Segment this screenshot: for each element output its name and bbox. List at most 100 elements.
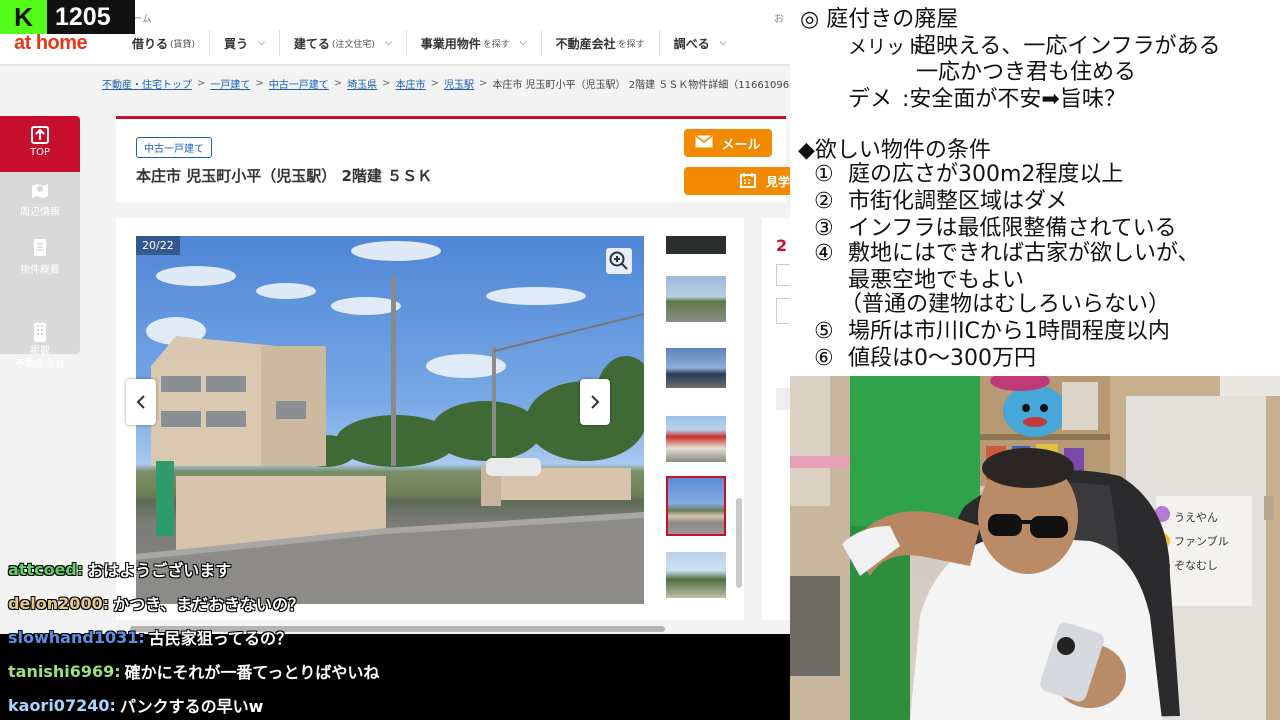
merit-line-1: 超映える、一応インフラがある bbox=[914, 34, 1221, 59]
condition-text: 庭の広さが300m2程度以上 bbox=[848, 162, 1124, 187]
chevron-down-icon: ⌵ bbox=[384, 38, 392, 48]
photo-thumbnail[interactable] bbox=[666, 348, 726, 388]
chevron-down-icon: ⌵ bbox=[719, 38, 727, 48]
chat-text: おはようございます bbox=[87, 561, 232, 580]
nav-item-label: 買う bbox=[224, 36, 249, 51]
notes-heading: ◎ 庭付きの廃屋 bbox=[800, 7, 959, 32]
sign-name-2: ファンブル bbox=[1174, 535, 1229, 548]
breadcrumb-link[interactable]: 中古一戸建て bbox=[269, 76, 329, 91]
sign-name-1: うえやん bbox=[1174, 511, 1218, 524]
condition-text: 場所は市川ICから1時間程度以内 bbox=[848, 319, 1170, 344]
merit-line-2: 一応かつき君も住める bbox=[916, 60, 1137, 85]
property-title-card: 中古一戸建て 本庄市 児玉町小平（児玉駅） 2階建 ５ＳＫ メール 見学 bbox=[116, 116, 790, 202]
sidenav-item-overview[interactable]: 物件概要 bbox=[0, 238, 80, 276]
chat-colon: : bbox=[102, 593, 110, 613]
chat-username: tanishi6969 bbox=[8, 661, 115, 681]
breadcrumb-separator: > bbox=[333, 78, 343, 89]
chat-username: delon2000 bbox=[8, 593, 103, 613]
nav-item-sub: (注文住宅) bbox=[331, 39, 375, 50]
nav-item[interactable]: 買う ⌵ bbox=[209, 30, 279, 56]
breadcrumb-separator: > bbox=[197, 78, 206, 89]
side-nav: TOP 周辺情報 物件概要 掲載 不動産会社 bbox=[0, 116, 80, 370]
chevron-down-icon: ⌵ bbox=[258, 38, 265, 48]
breadcrumb-link[interactable]: 本庄市 bbox=[396, 76, 426, 91]
chat-username: slowhand1031 bbox=[8, 627, 139, 647]
sign-name-3: ぞなむし bbox=[1174, 559, 1218, 572]
photo-counter: 20/22 bbox=[136, 236, 180, 255]
photo-thumbnail[interactable] bbox=[666, 236, 726, 254]
conditions-heading: ◆欲しい物件の条件 bbox=[798, 138, 991, 163]
property-photo[interactable]: 20/22 bbox=[136, 236, 644, 604]
athome-logo[interactable]: at home bbox=[14, 32, 88, 55]
mail-button[interactable]: メール bbox=[684, 129, 772, 157]
breadcrumb-link[interactable]: 一戸建て bbox=[210, 76, 250, 91]
nav-item[interactable]: 建てる (注文住宅) ⌵ bbox=[278, 30, 406, 56]
breadcrumb: 不動産・住宅トップ > 一戸建て > 中古一戸建て > 埼玉県 > 本庄市 > 児玉駅 > 本庄市 児玉… bbox=[102, 76, 790, 91]
nav-item[interactable]: 不動産会社 を探す bbox=[540, 30, 659, 56]
chevron-left-icon bbox=[136, 395, 145, 409]
mail-button-label: メール bbox=[721, 137, 761, 153]
prev-photo-button[interactable] bbox=[126, 379, 156, 425]
condition-text: 敷地にはできれば古家が欲しいが、 bbox=[848, 241, 1200, 266]
visit-button-label: 見学 bbox=[766, 174, 790, 189]
main-nav: 借りる (賃貸) 買う ⌵ 建てる (注文住宅) ⌵ 事業用物件 を探す ⌵ 不動産会社 を探す 調べる… bbox=[118, 30, 741, 56]
sidenav-item-area-info[interactable]: 周辺情報 bbox=[0, 180, 80, 218]
breadcrumb-link[interactable]: 埼玉県 bbox=[347, 76, 377, 91]
card-field bbox=[776, 388, 790, 410]
condition-number: ⑥ bbox=[814, 346, 834, 371]
nav-item-label: 建てる bbox=[293, 36, 330, 51]
nav-item-sub: を探す bbox=[482, 39, 510, 50]
chat-message: kaori07240: パンクするの早いw bbox=[0, 688, 790, 720]
breadcrumb-link[interactable]: 児玉駅 bbox=[444, 76, 474, 91]
nav-item[interactable]: 事業用物件 を探す ⌵ bbox=[405, 30, 541, 56]
chat-colon: : bbox=[76, 559, 84, 579]
sidenav-item-top[interactable]: TOP bbox=[0, 116, 80, 172]
breadcrumb-separator: > bbox=[478, 78, 488, 89]
name-sign: うえやん ファンブル ぞなむし bbox=[1174, 506, 1264, 578]
chevron-down-icon: ⌵ bbox=[519, 38, 527, 48]
condition-number: ① bbox=[814, 162, 834, 187]
breadcrumb-current: 本庄市 児玉町小平（児玉駅） 2階建 ５ＳＫ物件詳細（1166109607） bbox=[492, 80, 790, 91]
condition-number: ② bbox=[814, 189, 834, 214]
chevron-right-icon bbox=[591, 395, 600, 409]
card-field bbox=[776, 264, 790, 286]
demerit-label: デメ bbox=[848, 87, 893, 112]
nav-item-sub: (賃貸) bbox=[170, 39, 196, 50]
nav-item-label: 不動産会社 bbox=[555, 36, 616, 51]
chat-message: slowhand1031: 古民家狙ってるの？ bbox=[0, 620, 790, 654]
header-text-fragment-right: お bbox=[774, 14, 784, 25]
zoom-button[interactable] bbox=[606, 248, 632, 274]
arrow-up-icon bbox=[31, 126, 49, 144]
condition-number: ③ bbox=[814, 216, 834, 241]
calendar-icon bbox=[740, 172, 756, 191]
stream-screen: ーム at home 借りる (賃貸) 買う ⌵ 建てる (注文住宅) ⌵ 事業用物件 を探す ⌵… bbox=[0, 0, 1280, 720]
photo-thumbnail[interactable] bbox=[666, 276, 726, 322]
envelope-icon bbox=[695, 134, 713, 152]
next-photo-button[interactable] bbox=[580, 379, 610, 425]
chat-message: tanishi6969: 確かにそれが一番てっとりばやいね bbox=[0, 654, 790, 688]
kick-logo: K bbox=[0, 0, 47, 34]
breadcrumb-separator: > bbox=[382, 78, 391, 89]
breadcrumb-link[interactable]: 不動産・住宅トップ bbox=[102, 76, 192, 91]
sidenav-item-label: 物件概要 bbox=[20, 265, 60, 276]
sidenav-item-agency[interactable]: 掲載 不動産会社 bbox=[0, 296, 80, 371]
notes-panel: ◎ 庭付きの廃屋 メリット: 超映える、一応インフラがある 一応かつき君も住める… bbox=[790, 0, 1280, 376]
sidenav-item-label: TOP bbox=[29, 147, 50, 158]
chat-colon: : bbox=[138, 627, 145, 647]
chat-text: 確かにそれが一番てっとりばやいね bbox=[124, 663, 380, 682]
photo-thumbnail-selected[interactable] bbox=[666, 476, 726, 536]
sidenav-item-label: 周辺情報 bbox=[20, 207, 60, 218]
photo-thumbnail[interactable] bbox=[666, 416, 726, 462]
nav-item[interactable]: 調べる ⌵ bbox=[658, 30, 741, 56]
chat-colon: : bbox=[109, 695, 116, 715]
visit-request-button[interactable]: 見学 bbox=[684, 167, 790, 195]
nav-item-sub: を探す bbox=[617, 39, 645, 50]
chat-message: attcoed: おはようございます bbox=[0, 552, 790, 586]
chat-text: 古民家狙ってるの？ bbox=[148, 629, 292, 648]
map-pin-icon bbox=[29, 180, 51, 200]
chat-text: パンクするの早いw bbox=[119, 697, 264, 716]
breadcrumb-separator: > bbox=[255, 78, 264, 89]
price-fragment: 2 bbox=[776, 236, 788, 255]
condition-text: 最悪空地でもよい bbox=[848, 268, 1025, 293]
building-icon bbox=[29, 309, 51, 342]
